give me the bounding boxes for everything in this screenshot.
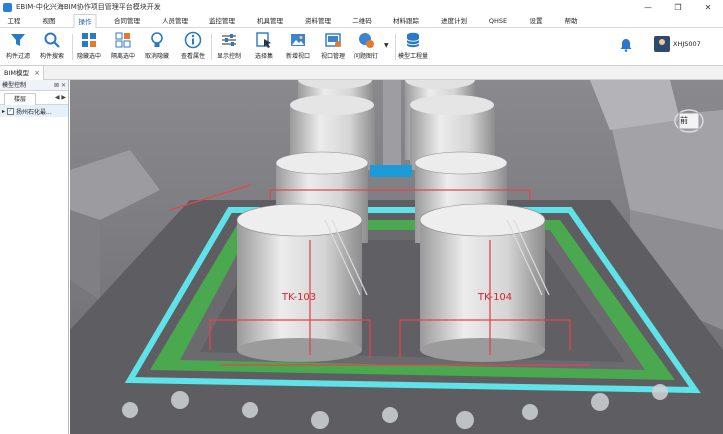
isolate-selected-icon — [114, 31, 132, 49]
issue-pin-button[interactable]: 问题图钉 — [349, 31, 383, 65]
notification-bell-icon[interactable] — [620, 38, 632, 52]
user-name: XHJS007 — [673, 40, 701, 48]
watermark: 大数跨境 — [8, 411, 67, 427]
panel-title: 模型控制 — [2, 82, 27, 89]
sliders-icon — [220, 31, 238, 49]
menu-contract[interactable]: 合同管理 — [110, 14, 144, 28]
tab-bim-model-label: BIM模型 — [4, 69, 29, 77]
tree-item-label: 扬州石化最... — [16, 108, 52, 116]
tab-close-icon[interactable]: × — [34, 66, 40, 80]
filter-icon — [9, 31, 27, 49]
user-menu[interactable]: XHJS007 — [654, 36, 701, 52]
watermark-logo-icon — [8, 414, 20, 424]
menu-qrcode[interactable]: 二维码 — [348, 14, 376, 28]
ribbon-toolbar: 构件过滤 构件搜索 隐藏选中 隔离选中 取消隐藏 查看属性 显示控制 选择集 新… — [0, 28, 723, 66]
model-quantity-button[interactable]: 模型工程量 — [396, 31, 430, 65]
tab-floors[interactable]: 楼层 — [4, 93, 36, 105]
tree-item-checkbox[interactable]: ✓ — [7, 107, 15, 115]
search-label: 构件搜索 — [39, 53, 64, 60]
watermark-text: 大数跨境 — [23, 413, 67, 426]
properties-label: 查看属性 — [180, 53, 205, 60]
properties-button[interactable]: 查看属性 — [176, 31, 210, 65]
menu-material[interactable]: 材料跟踪 — [389, 14, 423, 28]
search-icon — [43, 31, 61, 49]
isolate-selected-button[interactable]: 隔离选中 — [106, 31, 140, 65]
menu-operation[interactable]: 操作 — [73, 14, 97, 28]
hide-selected-label: 隐藏选中 — [76, 53, 101, 60]
tree-item[interactable]: ▸ ✓ 扬州石化最... — [0, 105, 68, 117]
display-control-label: 显示控制 — [216, 53, 241, 60]
view-cube[interactable]: 前 — [674, 108, 704, 134]
tab-bim-model[interactable]: BIM模型 × — [0, 66, 44, 80]
model-quantity-label: 模型工程量 — [397, 53, 428, 60]
isolate-selected-label: 隔离选中 — [110, 53, 135, 60]
database-icon — [404, 31, 422, 49]
issue-pin-icon — [357, 31, 375, 49]
title-bar: EBIM-中化兴海BIM协作项目管理平台模块开发 — ❐ ✕ — [0, 0, 723, 14]
menu-personnel[interactable]: 人员管理 — [158, 14, 192, 28]
menu-documents[interactable]: 资料管理 — [301, 14, 335, 28]
viewport-manage-label: 视口管理 — [320, 53, 345, 60]
tab-scroll-arrows-icon[interactable]: ◀ ▶ — [55, 94, 66, 101]
model-control-panel: 模型控制 ⊠ ✕ 楼层 ◀ ▶ ▸ ✓ 扬州石化最... — [0, 80, 69, 434]
unhide-button[interactable]: 取消隐藏 — [140, 31, 174, 65]
filter-button[interactable]: 构件过滤 — [1, 31, 35, 65]
menu-qhse[interactable]: QHSE — [485, 14, 511, 28]
menu-view[interactable]: 视图 — [39, 14, 60, 28]
display-control-button[interactable]: 显示控制 — [212, 31, 246, 65]
close-button[interactable]: ✕ — [693, 0, 723, 14]
unhide-label: 取消隐藏 — [144, 53, 169, 60]
new-viewport-label: 新增视口 — [285, 53, 310, 60]
hide-selected-icon — [80, 31, 98, 49]
document-tab-bar: BIM模型 × — [0, 66, 723, 80]
window-title: EBIM-中化兴海BIM协作项目管理平台模块开发 — [16, 3, 161, 11]
view-cube-face-label: 前 — [680, 116, 688, 125]
issue-pin-dropdown-arrow[interactable]: ▼ — [384, 42, 389, 49]
panel-pin-close-icons[interactable]: ⊠ ✕ — [54, 80, 66, 91]
selection-set-label: 选择集 — [254, 53, 273, 60]
bim-3d-viewport[interactable]: TK-103 TK-104 — [70, 80, 723, 434]
selection-set-button[interactable]: 选择集 — [247, 31, 281, 65]
menu-engineering[interactable]: 工程 — [4, 14, 25, 28]
expand-arrow-icon[interactable]: ▸ — [2, 108, 5, 115]
app-logo-icon — [3, 2, 12, 12]
hide-selected-button[interactable]: 隐藏选中 — [72, 31, 106, 65]
bim-scene: TK-103 TK-104 — [70, 80, 723, 434]
viewport-manage-icon — [324, 31, 342, 49]
tank-label-tk103: TK-103 — [281, 292, 316, 303]
new-viewport-icon — [289, 31, 307, 49]
menu-schedule[interactable]: 进度计划 — [437, 14, 471, 28]
tank-label-tk104: TK-104 — [477, 292, 512, 303]
lightbulb-icon — [148, 31, 166, 49]
viewport-manage-button[interactable]: 视口管理 — [316, 31, 350, 65]
minimize-button[interactable]: — — [633, 0, 663, 14]
selection-set-icon — [255, 31, 273, 49]
new-viewport-button[interactable]: 新增视口 — [281, 31, 315, 65]
filter-label: 构件过滤 — [5, 53, 30, 60]
avatar — [654, 36, 670, 52]
info-icon — [184, 31, 202, 49]
menu-equipment[interactable]: 机具管理 — [253, 14, 287, 28]
issue-pin-label: 问题图钉 — [353, 53, 378, 60]
search-button[interactable]: 构件搜索 — [35, 31, 69, 65]
menu-settings[interactable]: 设置 — [526, 14, 547, 28]
menu-bar: 工程 视图 操作 合同管理 人员管理 监控管理 机具管理 资料管理 二维码 材料… — [0, 14, 723, 28]
menu-monitoring[interactable]: 监控管理 — [205, 14, 239, 28]
panel-tab-strip: 楼层 ◀ ▶ — [0, 91, 68, 105]
maximize-button[interactable]: ❐ — [663, 0, 693, 14]
menu-help[interactable]: 帮助 — [561, 14, 582, 28]
panel-header: 模型控制 ⊠ ✕ — [0, 80, 68, 91]
